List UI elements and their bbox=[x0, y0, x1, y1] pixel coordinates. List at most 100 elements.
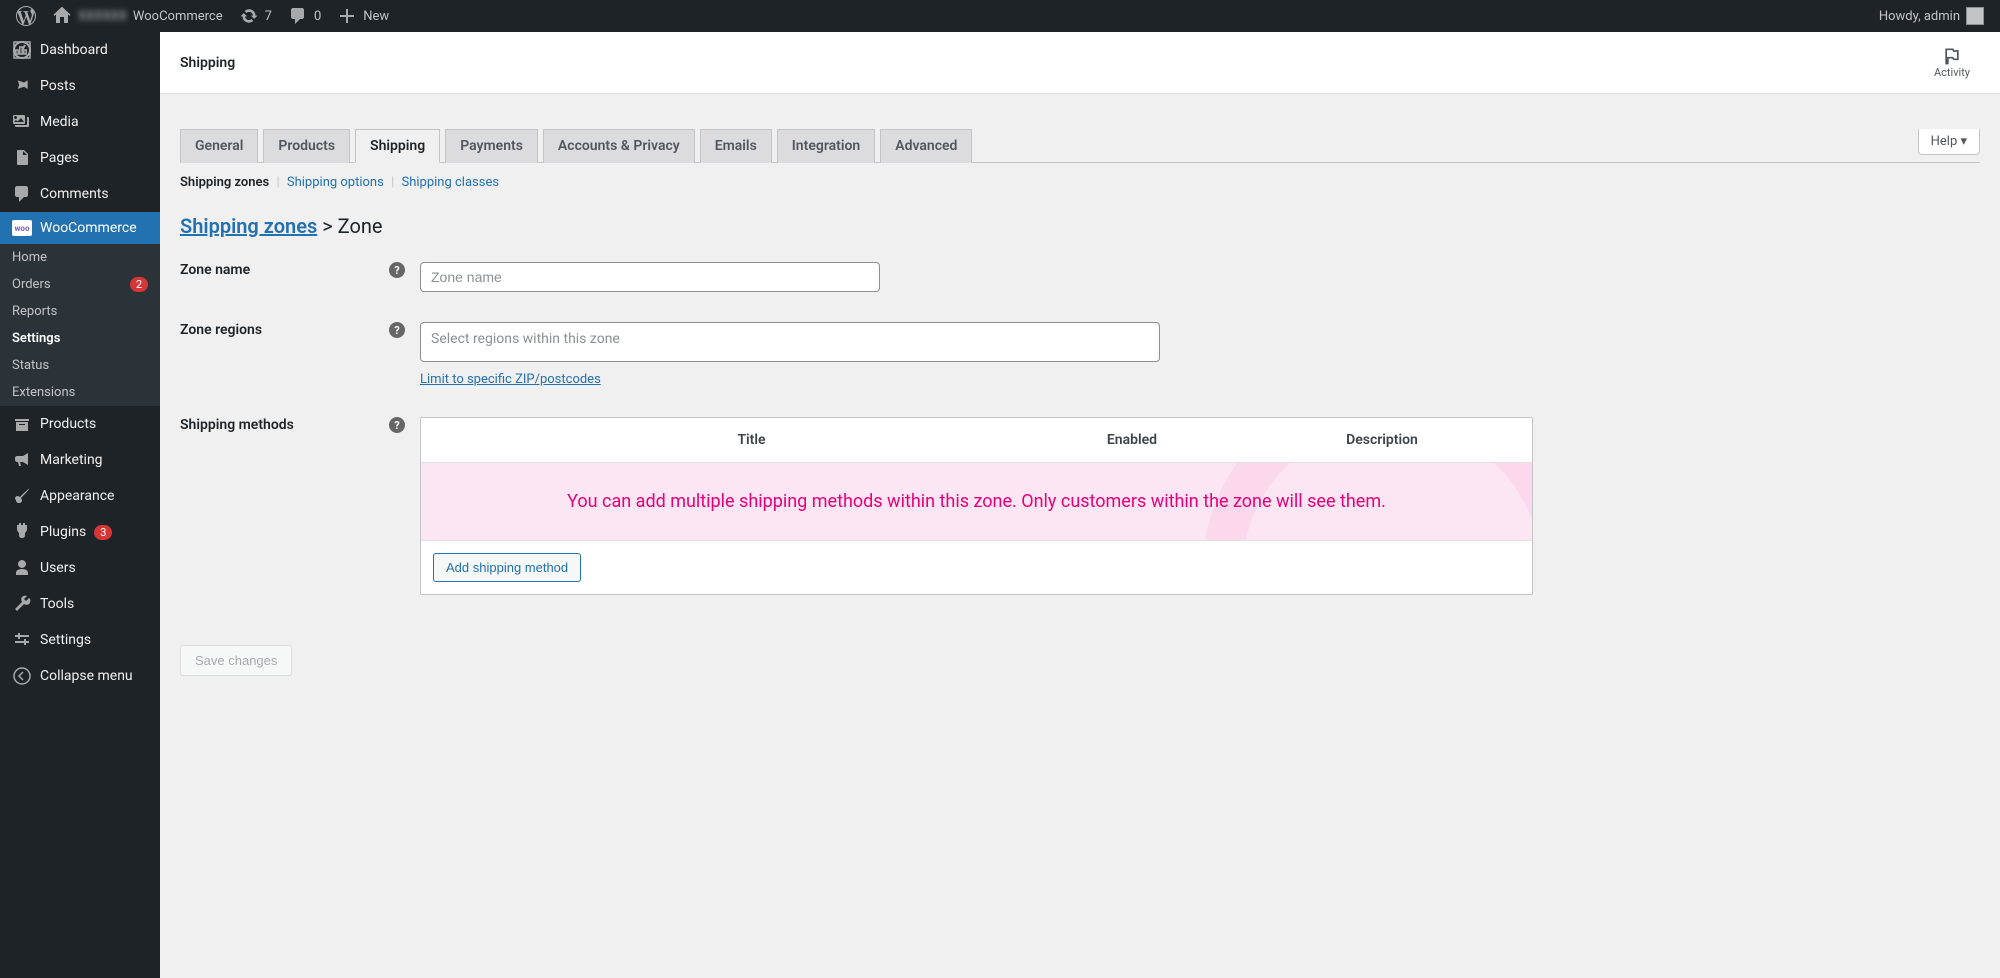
comments-link[interactable]: 0 bbox=[280, 0, 329, 32]
sidebar-label: Dashboard bbox=[40, 42, 108, 58]
woo-icon: woo bbox=[12, 220, 32, 236]
tab-shipping[interactable]: Shipping bbox=[355, 129, 440, 163]
tab-accounts[interactable]: Accounts & Privacy bbox=[543, 129, 695, 163]
page-title: Shipping bbox=[180, 55, 235, 71]
tab-emails[interactable]: Emails bbox=[700, 129, 772, 163]
sidebar-item-woocommerce[interactable]: woo WooCommerce bbox=[0, 212, 160, 244]
limit-postcodes-link[interactable]: Limit to specific ZIP/postcodes bbox=[420, 372, 601, 387]
wrench-icon bbox=[12, 594, 32, 614]
empty-message: You can add multiple shipping methods wi… bbox=[421, 463, 1532, 540]
sidebar-item-posts[interactable]: Posts bbox=[0, 68, 160, 104]
sidebar-label: Collapse menu bbox=[40, 668, 133, 684]
sidebar-submenu: Home Orders2 Reports Settings Status Ext… bbox=[0, 244, 160, 406]
activity-label: Activity bbox=[1934, 66, 1970, 79]
sidebar-label: Posts bbox=[40, 78, 76, 94]
sidebar-sub-settings[interactable]: Settings bbox=[0, 325, 160, 352]
updates-link[interactable]: 7 bbox=[231, 0, 280, 32]
subnav-zones[interactable]: Shipping zones bbox=[180, 175, 269, 190]
howdy-text: Howdy, admin bbox=[1879, 9, 1960, 24]
sidebar-item-appearance[interactable]: Appearance bbox=[0, 478, 160, 514]
sidebar-label: Appearance bbox=[40, 488, 114, 504]
orders-badge: 2 bbox=[130, 277, 148, 292]
tab-integration[interactable]: Integration bbox=[777, 129, 875, 163]
shipping-methods-table: Title Enabled Description You can add mu… bbox=[420, 417, 1533, 595]
new-link[interactable]: New bbox=[329, 0, 397, 32]
activity-button[interactable]: Activity bbox=[1934, 46, 1980, 79]
dashboard-icon bbox=[12, 40, 32, 60]
help-icon[interactable]: ? bbox=[389, 322, 405, 338]
tab-payments[interactable]: Payments bbox=[445, 129, 538, 163]
sidebar-sub-status[interactable]: Status bbox=[0, 352, 160, 379]
flag-icon bbox=[1942, 46, 1962, 66]
shipping-methods-label: Shipping methods bbox=[180, 417, 294, 433]
sidebar-item-plugins[interactable]: Plugins 3 bbox=[0, 514, 160, 550]
sidebar-item-settings[interactable]: Settings bbox=[0, 622, 160, 658]
home-icon bbox=[52, 6, 72, 26]
sidebar-item-media[interactable]: Media bbox=[0, 104, 160, 140]
help-icon[interactable]: ? bbox=[389, 262, 405, 278]
subnav-options[interactable]: Shipping options bbox=[287, 175, 384, 190]
sidebar-label: Users bbox=[40, 560, 76, 576]
sidebar-item-collapse[interactable]: Collapse menu bbox=[0, 658, 160, 694]
sidebar-sub-orders[interactable]: Orders2 bbox=[0, 271, 160, 298]
plugin-icon bbox=[12, 522, 32, 542]
sidebar-item-users[interactable]: Users bbox=[0, 550, 160, 586]
wordpress-icon bbox=[16, 6, 36, 26]
site-name-blur: XXXXXX bbox=[78, 9, 127, 24]
breadcrumb-link[interactable]: Shipping zones bbox=[180, 214, 317, 238]
sub-nav: Shipping zones | Shipping options | Ship… bbox=[180, 163, 1980, 202]
admin-sidebar: Dashboard Posts Media Pages Comments woo… bbox=[0, 32, 160, 978]
settings-tabs: General Products Shipping Payments Accou… bbox=[180, 129, 1980, 163]
tab-general[interactable]: General bbox=[180, 129, 258, 163]
zone-name-label: Zone name bbox=[180, 262, 250, 278]
zone-regions-select[interactable]: Select regions within this zone bbox=[420, 322, 1160, 362]
sidebar-item-tools[interactable]: Tools bbox=[0, 586, 160, 622]
sidebar-label: Media bbox=[40, 114, 79, 130]
sidebar-item-dashboard[interactable]: Dashboard bbox=[0, 32, 160, 68]
sidebar-sub-extensions[interactable]: Extensions bbox=[0, 379, 160, 406]
archive-icon bbox=[12, 414, 32, 434]
collapse-icon bbox=[12, 666, 32, 686]
content-area: Shipping Activity Help ▾ General Product… bbox=[160, 32, 2000, 978]
megaphone-icon bbox=[12, 450, 32, 470]
th-title: Title bbox=[471, 418, 1032, 463]
comment-icon bbox=[288, 6, 308, 26]
tab-advanced[interactable]: Advanced bbox=[880, 129, 972, 163]
sidebar-label: Settings bbox=[40, 632, 91, 648]
subnav-classes[interactable]: Shipping classes bbox=[401, 175, 499, 190]
th-enabled: Enabled bbox=[1032, 418, 1232, 463]
th-description: Description bbox=[1232, 418, 1532, 463]
sidebar-label: Plugins bbox=[40, 524, 86, 540]
save-changes-button[interactable]: Save changes bbox=[180, 645, 292, 676]
sidebar-label: WooCommerce bbox=[40, 220, 137, 236]
tab-products[interactable]: Products bbox=[263, 129, 350, 163]
help-icon[interactable]: ? bbox=[389, 417, 405, 433]
sidebar-item-comments[interactable]: Comments bbox=[0, 176, 160, 212]
sidebar-sub-reports[interactable]: Reports bbox=[0, 298, 160, 325]
media-icon bbox=[12, 112, 32, 132]
sidebar-label: Pages bbox=[40, 150, 79, 166]
help-tab[interactable]: Help ▾ bbox=[1918, 129, 1980, 155]
comments-count: 0 bbox=[314, 9, 321, 24]
admin-bar: XXXXXX WooCommerce 7 0 New Howdy, admin bbox=[0, 0, 2000, 32]
site-name: WooCommerce bbox=[133, 9, 223, 24]
zone-regions-label: Zone regions bbox=[180, 322, 262, 338]
zone-name-input[interactable] bbox=[420, 262, 880, 292]
wp-logo[interactable] bbox=[8, 0, 44, 32]
plugins-badge: 3 bbox=[94, 525, 112, 540]
breadcrumb: Shipping zones > Zone bbox=[180, 214, 1980, 238]
site-link[interactable]: XXXXXX WooCommerce bbox=[44, 0, 231, 32]
brush-icon bbox=[12, 486, 32, 506]
sidebar-label: Marketing bbox=[40, 452, 103, 468]
new-label: New bbox=[363, 9, 389, 24]
sidebar-item-marketing[interactable]: Marketing bbox=[0, 442, 160, 478]
sidebar-sub-home[interactable]: Home bbox=[0, 244, 160, 271]
content-header: Shipping Activity bbox=[160, 32, 2000, 94]
plus-icon bbox=[337, 6, 357, 26]
sidebar-item-products[interactable]: Products bbox=[0, 406, 160, 442]
breadcrumb-current: Zone bbox=[338, 214, 383, 238]
howdy-link[interactable]: Howdy, admin bbox=[1871, 0, 1992, 32]
comment-icon bbox=[12, 184, 32, 204]
sidebar-item-pages[interactable]: Pages bbox=[0, 140, 160, 176]
add-shipping-method-button[interactable]: Add shipping method bbox=[433, 553, 581, 582]
